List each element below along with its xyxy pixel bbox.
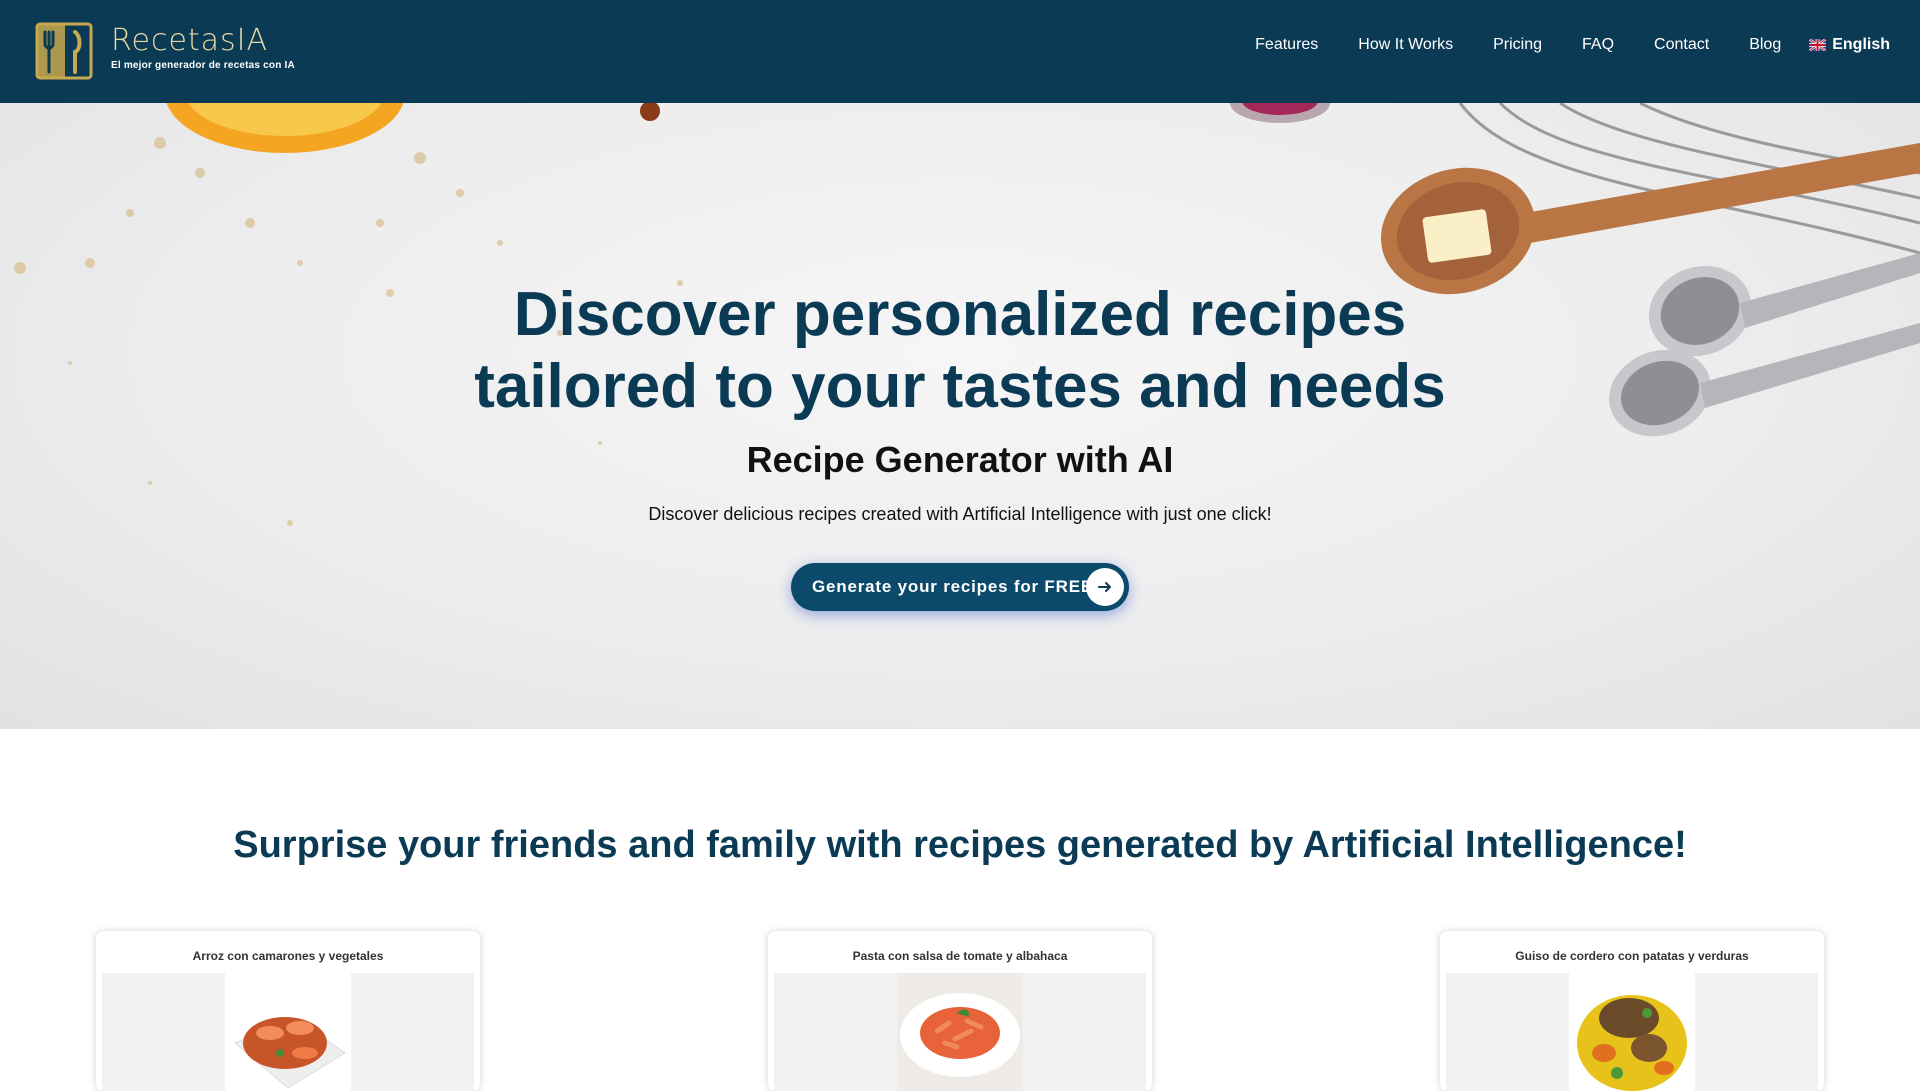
nav-contact[interactable]: Contact <box>1654 36 1709 54</box>
utensils-logo-icon <box>35 22 93 80</box>
nav-pricing[interactable]: Pricing <box>1493 36 1542 54</box>
language-selector[interactable]: English <box>1809 36 1890 54</box>
hero-title-line1: Discover personalized recipes <box>513 280 1407 349</box>
logo[interactable]: RecetasIA El mejor generador de recetas … <box>35 22 295 80</box>
generate-recipes-button[interactable]: Generate your recipes for FREE <box>791 563 1129 611</box>
uk-flag-icon <box>1809 39 1827 51</box>
cta-label: Generate your recipes for FREE <box>812 577 1093 596</box>
nav-features[interactable]: Features <box>1255 36 1318 54</box>
main-nav: Features How It Works Pricing FAQ Contac… <box>1215 0 1890 90</box>
hero-title: Discover personalized recipes tailored t… <box>0 279 1920 423</box>
shrimp-rice-image <box>225 973 351 1091</box>
recipe-card-title: Arroz con camarones y vegetales <box>192 949 384 963</box>
recipe-card-image-area <box>1446 973 1818 1091</box>
top-navbar: RecetasIA El mejor generador de recetas … <box>0 0 1920 103</box>
hero-subtitle: Recipe Generator with AI <box>746 439 1174 480</box>
lamb-stew-image <box>1569 973 1695 1091</box>
recipe-card-image-area <box>102 973 474 1091</box>
recipe-card-image-area <box>774 973 1146 1091</box>
language-label: English <box>1832 36 1890 53</box>
recipe-card-title: Pasta con salsa de tomate y albahaca <box>852 949 1068 963</box>
recipe-card[interactable]: Pasta con salsa de tomate y albahaca <box>768 931 1152 1091</box>
nav-blog[interactable]: Blog <box>1749 36 1781 54</box>
hero-section: Discover personalized recipes tailored t… <box>0 103 1920 729</box>
recipe-card[interactable]: Arroz con camarones y vegetales <box>96 931 480 1091</box>
logo-name: RecetasIA <box>111 23 269 58</box>
recipe-card-title: Guiso de cordero con patatas y verduras <box>1515 949 1749 963</box>
nav-how-it-works[interactable]: How It Works <box>1358 36 1453 54</box>
nav-faq[interactable]: FAQ <box>1582 36 1614 54</box>
logo-tagline: El mejor generador de recetas con IA <box>111 60 295 71</box>
section-title: Surprise your friends and family with re… <box>233 824 1687 866</box>
arrow-right-icon <box>1086 568 1124 606</box>
hero-title-line2: tailored to your tastes and needs <box>474 352 1446 421</box>
pasta-tomato-image <box>897 973 1023 1091</box>
hero-description: Discover delicious recipes created with … <box>648 504 1272 524</box>
recipe-card[interactable]: Guiso de cordero con patatas y verduras <box>1440 931 1824 1091</box>
